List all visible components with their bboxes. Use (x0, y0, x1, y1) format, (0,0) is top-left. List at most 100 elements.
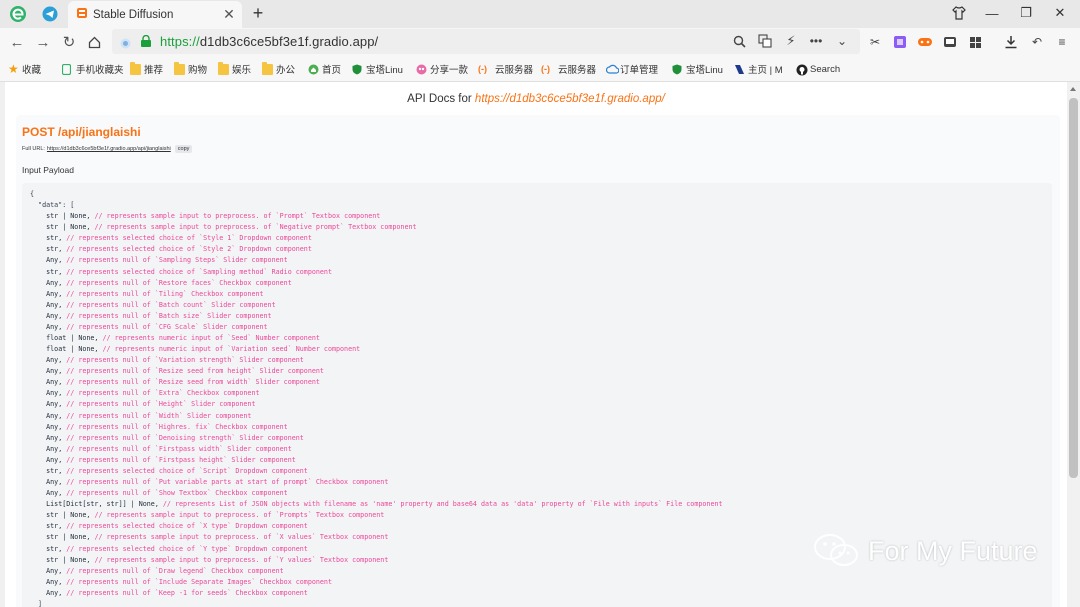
bookmark-icon (734, 64, 745, 75)
code-type: Any, (46, 389, 63, 398)
code-type: Any, (46, 367, 63, 376)
browser-logo-icon[interactable] (8, 4, 28, 24)
code-comment: // represents null of `Restore faces` Ch… (66, 278, 292, 287)
wechat-icon (814, 534, 858, 566)
input-payload-label: Input Payload (22, 165, 74, 175)
code-type: Any, (46, 311, 63, 320)
code-type: Any, (46, 289, 63, 298)
more-options-icon[interactable]: ••• (805, 30, 827, 52)
scroll-up-arrow-icon[interactable] (1070, 87, 1076, 91)
home-icon[interactable] (83, 31, 105, 53)
screen-icon[interactable] (939, 31, 961, 53)
download-icon[interactable] (1000, 31, 1022, 53)
gamepad-icon[interactable] (914, 31, 936, 53)
code-comment: // represents selected choice of `Style … (66, 234, 312, 243)
lightning-icon[interactable]: ⚡ (780, 30, 802, 52)
code-line: Any, // represents null of `Show Textbox… (30, 488, 723, 499)
bookmark-folder-entertainment[interactable]: 娱乐 (218, 61, 252, 76)
code-comment: // represents null of `Sampling Steps` S… (66, 256, 288, 265)
menu-icon[interactable]: ≡ (1051, 31, 1073, 53)
code-type: Any, (46, 278, 63, 287)
bookmark-baota-1[interactable]: 宝塔Linu (352, 62, 403, 76)
github-icon (796, 64, 808, 75)
code-line: str | None, // represents sample input t… (30, 532, 723, 543)
new-tab-button[interactable]: + (248, 3, 268, 23)
bookmark-favorites[interactable]: ★ 收藏 (8, 61, 41, 77)
extension-purple-icon[interactable] (889, 31, 911, 53)
restore-button[interactable]: ❐ (1013, 2, 1039, 24)
bookmark-mainpage[interactable]: 主页 | M (734, 62, 783, 76)
minimize-button[interactable]: — (979, 2, 1005, 24)
code-lines: str | None, // represents sample input t… (30, 211, 723, 599)
address-bar[interactable]: https://d1db3c6ce5bf3e1f.gradio.app/ ⚡ •… (112, 29, 860, 54)
undo-icon[interactable]: ↶ (1026, 31, 1048, 53)
forward-button[interactable]: → (32, 31, 54, 53)
bookmark-orders[interactable]: 订单管理 (605, 62, 658, 76)
code-comment: // represents null of `Variation strengt… (66, 356, 304, 365)
folder-icon (262, 61, 273, 75)
code-type: Any, (46, 256, 63, 265)
scroll-thumb[interactable] (1069, 98, 1078, 478)
bookmark-folder-shopping[interactable]: 购物 (174, 61, 207, 76)
full-url-link[interactable]: https://d1db3c6ce5bf3e1f.gradio.app/api/… (47, 146, 171, 152)
copy-button[interactable]: copy (174, 145, 193, 153)
site-info-icon[interactable] (120, 36, 131, 54)
cloud-brackets-icon: (-) (478, 63, 487, 74)
bookmark-label: 娱乐 (232, 65, 252, 76)
scissors-icon[interactable]: ✂ (864, 31, 886, 53)
code-type: str | None, (46, 511, 91, 520)
back-button[interactable]: ← (6, 31, 28, 53)
code-data-key: "data": [ (30, 201, 75, 210)
reload-button[interactable]: ↻ (58, 31, 80, 53)
telegram-icon[interactable] (40, 4, 60, 24)
code-comment: // represents null of `CFG Scale` Slider… (66, 322, 268, 331)
code-comment: // represents null of `Highres. fix` Che… (66, 422, 288, 431)
code-comment: // represents null of `Show Textbox` Che… (66, 489, 288, 498)
code-line: Any, // represents null of `Resize seed … (30, 377, 723, 388)
code-comment: // represents selected choice of `Y type… (66, 544, 308, 553)
bookmark-folder-recommend[interactable]: 推荐 (130, 61, 163, 76)
bookmark-share[interactable]: 分享一款 (416, 62, 468, 76)
star-icon: ★ (8, 61, 19, 76)
api-docs-heading-text: API Docs for (407, 93, 475, 105)
translate-icon[interactable] (754, 30, 776, 52)
close-window-button[interactable]: ✕ (1047, 2, 1073, 24)
code-comment: // represents null of `Firstpass width` … (66, 444, 292, 453)
dropdown-chevron-icon[interactable]: ⌄ (831, 30, 853, 52)
bookmark-label: Search (810, 63, 841, 75)
code-type: str, (46, 522, 63, 531)
bookmark-cloud-server-2[interactable]: (-) 云服务器 (541, 62, 597, 77)
close-tab-icon[interactable]: ✕ (220, 6, 238, 24)
bookmark-folder-office[interactable]: 办公 (262, 61, 295, 76)
bookmark-mobile[interactable]: 手机收藏夹 (61, 62, 124, 76)
bookmark-cloud-server-1[interactable]: (-) 云服务器 (478, 62, 533, 77)
code-type: str, (46, 466, 63, 475)
api-docs-heading-link[interactable]: https://d1db3c6ce5bf3e1f.gradio.app/ (475, 93, 665, 105)
bookmark-label: 云服务器 (558, 65, 597, 76)
code-line: Any, // represents null of `Denoising st… (30, 433, 723, 444)
bookmark-home[interactable]: 首页 (308, 62, 341, 76)
code-line: float | None, // represents numeric inpu… (30, 333, 723, 344)
bookmark-baota-2[interactable]: 宝塔Linu (672, 62, 723, 76)
code-line: Any, // represents null of `Draw legend`… (30, 566, 723, 577)
full-url-row: Full URL: https://d1db3c6ce5bf3e1f.gradi… (22, 145, 193, 153)
code-comment: // represents sample input to preprocess… (94, 533, 389, 542)
bookmark-github-search[interactable]: Search (796, 62, 840, 76)
code-line: Any, // represents null of `Resize seed … (30, 366, 723, 377)
shirt-icon[interactable] (946, 2, 972, 24)
search-icon[interactable] (728, 30, 750, 52)
tab-stable-diffusion[interactable]: Stable Diffusion ✕ (68, 1, 242, 28)
code-comment: // represents selected choice of `Script… (66, 466, 308, 475)
code-type: Any, (46, 378, 63, 387)
code-comment: // represents null of `Put variable part… (66, 478, 389, 487)
code-line: str, // represents selected choice of `S… (30, 244, 723, 255)
apps-grid-icon[interactable] (964, 31, 986, 53)
bookmark-label: 宝塔Linu (686, 65, 723, 76)
page-scrollbar[interactable] (1067, 82, 1080, 607)
code-line: str, // represents selected choice of `S… (30, 233, 723, 244)
code-type: str, (46, 544, 63, 553)
code-comment: // represents selected choice of `X type… (66, 522, 308, 531)
code-line: Any, // represents null of `Sampling Ste… (30, 255, 723, 266)
code-comment: // represents selected choice of `Style … (66, 245, 312, 254)
bookmark-label: 首页 (322, 65, 342, 76)
